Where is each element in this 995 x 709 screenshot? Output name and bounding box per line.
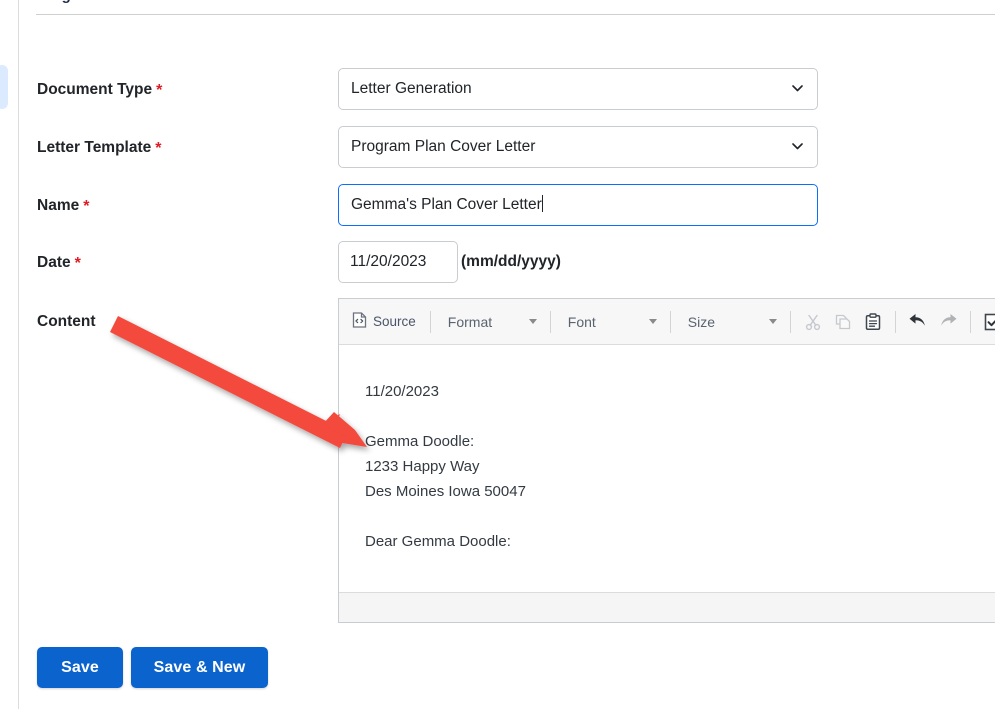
select-letter-template-value: Program Plan Cover Letter bbox=[351, 138, 536, 155]
label-text: Content bbox=[37, 313, 96, 330]
source-button[interactable]: Source bbox=[345, 307, 423, 337]
toolbar-separator bbox=[549, 310, 551, 333]
redo-icon[interactable] bbox=[933, 307, 963, 337]
editor-status-bar bbox=[339, 592, 995, 622]
label-document-type: Document Type * bbox=[37, 80, 162, 101]
required-asterisk: * bbox=[74, 255, 81, 272]
toolbar-separator bbox=[969, 310, 971, 333]
editor-line-recipient: Gemma Doodle: bbox=[365, 433, 475, 450]
label-text: Letter Template bbox=[37, 139, 152, 156]
required-asterisk: * bbox=[83, 198, 90, 215]
select-letter-template[interactable]: Program Plan Cover Letter bbox=[338, 126, 818, 168]
name-input-value: Gemma's Plan Cover Letter bbox=[351, 196, 542, 213]
name-input[interactable]: Gemma's Plan Cover Letter bbox=[338, 184, 818, 226]
size-dropdown-label: Size bbox=[687, 313, 716, 330]
select-document-type[interactable]: Letter Generation bbox=[338, 68, 818, 110]
undo-icon[interactable] bbox=[903, 307, 933, 337]
toolbar-separator bbox=[894, 310, 896, 333]
chevron-down-icon bbox=[528, 319, 537, 324]
source-button-label: Source bbox=[373, 314, 416, 329]
toolbar-separator bbox=[669, 310, 671, 333]
cut-icon[interactable] bbox=[798, 307, 828, 337]
label-letter-template: Letter Template * bbox=[37, 138, 162, 159]
font-dropdown-label: Font bbox=[567, 313, 596, 330]
editor-line-salutation: Dear Gemma Doodle: bbox=[365, 533, 511, 550]
chevron-down-icon bbox=[768, 319, 777, 324]
format-dropdown[interactable]: Format bbox=[438, 307, 543, 337]
date-format-hint: (mm/dd/yyyy) bbox=[461, 253, 561, 270]
required-asterisk: * bbox=[156, 82, 163, 99]
toolbar-separator bbox=[789, 310, 791, 333]
chevron-down-icon bbox=[792, 143, 803, 150]
label-text: Date bbox=[37, 254, 71, 271]
content-rich-text-editor[interactable]: Source Format Font Size 11/20/2023 Gemma… bbox=[338, 298, 995, 623]
paste-icon[interactable] bbox=[858, 307, 888, 337]
label-name: Name * bbox=[37, 196, 89, 217]
save-button[interactable]: Save bbox=[37, 647, 123, 688]
source-icon bbox=[352, 312, 367, 331]
editor-toolbar: Source Format Font Size bbox=[339, 299, 995, 345]
size-dropdown[interactable]: Size bbox=[678, 307, 783, 337]
chevron-down-icon bbox=[792, 85, 803, 92]
text-cursor bbox=[541, 195, 543, 212]
copy-icon[interactable] bbox=[828, 307, 858, 337]
editor-line-address1: 1233 Happy Way bbox=[365, 458, 480, 475]
select-document-type-value: Letter Generation bbox=[351, 80, 472, 97]
page-root: Program Plan Documents Document Type* Le… bbox=[0, 0, 995, 709]
label-text: Name bbox=[37, 197, 80, 214]
format-dropdown-label: Format bbox=[447, 313, 493, 330]
date-input[interactable]: 11/20/2023 bbox=[338, 241, 458, 283]
page-title-clipped: Program Plan Documents bbox=[36, 0, 976, 7]
checkbox-icon[interactable] bbox=[978, 307, 995, 337]
label-text: Document Type bbox=[37, 81, 153, 98]
required-asterisk: * bbox=[155, 140, 162, 157]
font-dropdown[interactable]: Font bbox=[558, 307, 663, 337]
editor-line-date: 11/20/2023 bbox=[365, 383, 439, 400]
save-and-new-button[interactable]: Save & New bbox=[131, 647, 268, 688]
editor-blank-line bbox=[365, 404, 995, 429]
editor-blank-line bbox=[365, 504, 995, 529]
sidebar-divider bbox=[18, 0, 19, 709]
chevron-down-icon bbox=[648, 319, 657, 324]
left-edge-tab[interactable] bbox=[0, 65, 8, 109]
label-content: Content bbox=[37, 312, 96, 332]
toolbar-separator bbox=[429, 310, 431, 333]
date-input-value: 11/20/2023 bbox=[350, 253, 427, 270]
editor-line-address2: Des Moines Iowa 50047 bbox=[365, 483, 526, 500]
header-divider bbox=[36, 14, 995, 15]
editor-content-area[interactable]: 11/20/2023 Gemma Doodle: 1233 Happy Way … bbox=[339, 345, 995, 592]
label-date: Date * bbox=[37, 253, 81, 274]
